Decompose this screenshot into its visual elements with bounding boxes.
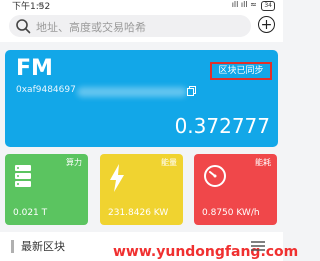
tile-hashrate-label: 算力	[66, 158, 82, 167]
plus-icon: +	[260, 17, 273, 33]
tile-hashrate-value: 0.021 T	[13, 208, 48, 218]
tile-consumption-label: 能耗	[255, 158, 271, 167]
section-accent-bar	[11, 240, 14, 253]
tile-energy-label: 能量	[161, 158, 177, 167]
sync-status-badge: 区块已同步	[210, 62, 272, 80]
search-placeholder: 地址、高度或交易哈希	[36, 21, 146, 34]
status-signal: ıll ıll ≈ 34	[232, 0, 275, 11]
section-title: 最新区块	[21, 240, 65, 253]
gauge-icon	[204, 165, 226, 187]
tile-consumption-value: 0.8750 KW/h	[202, 208, 260, 218]
menu-icon[interactable]	[251, 240, 265, 252]
search-icon	[16, 19, 31, 34]
tile-energy[interactable]: 能量 231.8426 KW	[100, 154, 183, 225]
tile-hashrate[interactable]: 算力 0.021 T	[5, 154, 88, 225]
battery-icon: 34	[261, 1, 275, 11]
search-row: 地址、高度或交易哈希 +	[0, 12, 283, 42]
latest-blocks-section: 最新区块 www.yundongfang.com	[0, 232, 298, 261]
wallet-balance: 0.372777	[174, 114, 270, 138]
watermark-text: www.yundongfang.com	[113, 244, 299, 260]
status-extra-icon: ⊙	[38, 1, 44, 9]
lightning-icon	[110, 164, 124, 192]
tile-consumption[interactable]: 能耗 0.8750 KW/h	[194, 154, 277, 225]
signal-icon: ıll ıll ≈	[231, 0, 257, 9]
wallet-title: FM	[16, 56, 53, 81]
status-time: 下午1:52	[12, 2, 51, 12]
wallet-card[interactable]: FM 0xaf9484697 区块已同步 0.372777	[5, 50, 278, 147]
search-input[interactable]: 地址、高度或交易哈希	[9, 15, 251, 37]
tile-energy-value: 231.8426 KW	[108, 208, 169, 218]
server-icon	[15, 165, 31, 187]
wallet-address: 0xaf9484697	[16, 85, 76, 95]
address-redaction	[77, 87, 187, 97]
copy-icon[interactable]	[187, 86, 196, 96]
status-bar: 下午1:52 ⊙ ıll ıll ≈ 34	[0, 0, 283, 12]
add-button[interactable]: +	[258, 16, 275, 33]
